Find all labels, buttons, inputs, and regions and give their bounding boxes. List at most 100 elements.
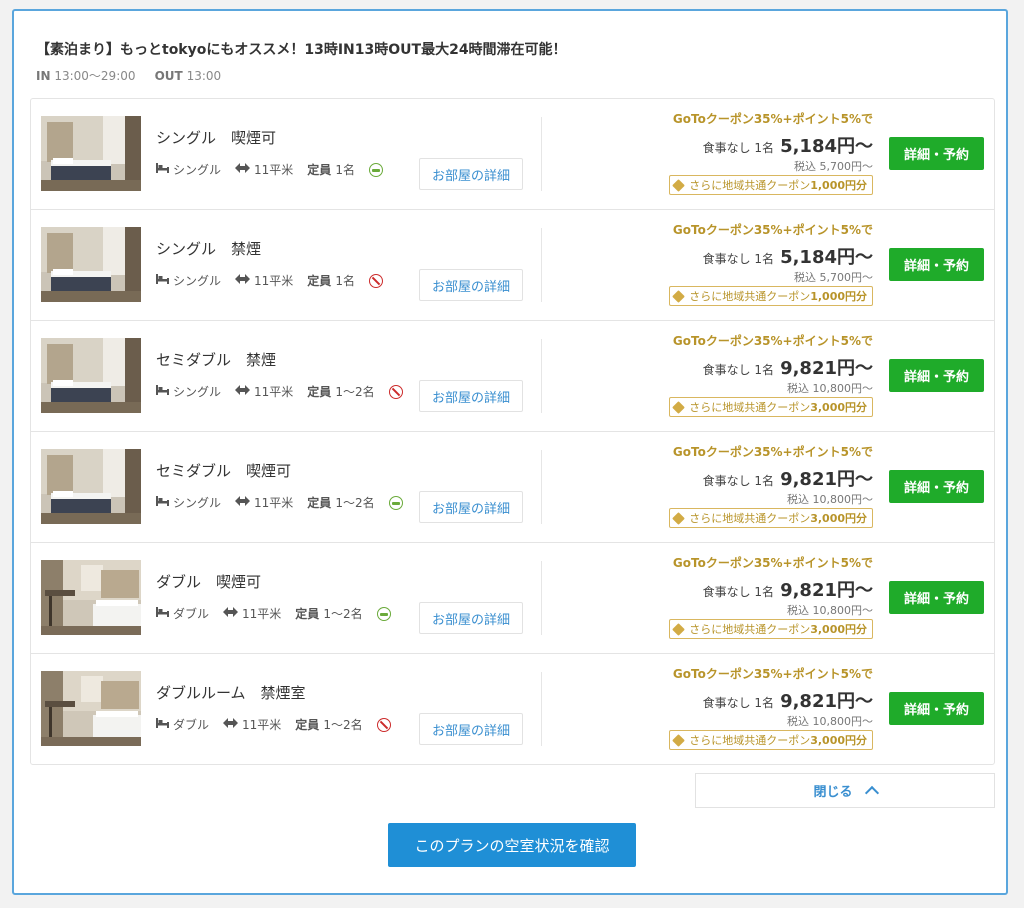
room-photo[interactable]	[41, 116, 141, 191]
room-row: セミダブル 禁煙 シングル 11平米 定員 1〜2名 お部屋の詳細 GoToクー…	[31, 321, 994, 432]
room-name[interactable]: セミダブル 禁煙	[156, 349, 276, 370]
price: 9,821円〜	[780, 580, 873, 601]
bed-icon	[156, 718, 169, 731]
coupon-tag-icon	[672, 178, 686, 192]
check-availability-button[interactable]: このプランの空室状況を確認	[388, 823, 636, 867]
tax-included-price: 税込 10,800円〜	[787, 715, 873, 728]
room-name[interactable]: ダブルルーム 禁煙室	[156, 682, 306, 703]
goto-campaign-text: GoToクーポン35%+ポイント5%で	[672, 112, 873, 126]
room-capacity: 定員 1〜2名	[295, 605, 362, 622]
in-time: 13:00〜29:00	[54, 69, 136, 83]
room-photo[interactable]	[41, 338, 141, 413]
room-size: 11平米	[235, 494, 293, 511]
room-capacity: 定員 1〜2名	[307, 383, 374, 400]
bed-type: シングル	[156, 161, 221, 178]
book-button[interactable]: 詳細・予約	[889, 470, 984, 503]
price-row: 食事なし 1名 5,184円〜	[703, 243, 873, 269]
bed-icon	[156, 385, 169, 398]
bed-type: シングル	[156, 383, 221, 400]
bed-type-text: シングル	[173, 163, 222, 177]
book-button[interactable]: 詳細・予約	[889, 692, 984, 725]
room-detail-link[interactable]: お部屋の詳細	[419, 713, 523, 745]
room-detail-link[interactable]: お部屋の詳細	[419, 491, 523, 523]
room-size-text: 11平米	[254, 163, 294, 177]
smoking-icon	[388, 495, 403, 510]
price: 9,821円〜	[780, 358, 873, 379]
coupon-badge: さらに地域共通クーポン 1,000円分	[669, 286, 873, 306]
coupon-badge: さらに地域共通クーポン 3,000円分	[669, 508, 873, 528]
coupon-amount: 1,000円分	[810, 179, 867, 192]
room-size: 11平米	[223, 716, 281, 733]
room-row: シングル 喫煙可 シングル 11平米 定員 1名 お部屋の詳細 GoToクーポン…	[31, 99, 994, 210]
capacity-value: 1名	[335, 274, 355, 288]
room-detail-link[interactable]: お部屋の詳細	[419, 380, 523, 412]
goto-campaign-text: GoToクーポン35%+ポイント5%で	[672, 556, 873, 570]
plan-title: 【素泊まり】もっとtokyoにもオススメ！13時IN13時OUT最大24時間滞在…	[36, 42, 567, 58]
close-button[interactable]: 閉じる	[695, 773, 995, 808]
room-size-text: 11平米	[254, 496, 294, 510]
divider	[541, 561, 542, 635]
divider	[541, 117, 542, 191]
room-row: シングル 禁煙 シングル 11平米 定員 1名 お部屋の詳細 GoToクーポン3…	[31, 210, 994, 321]
meal-text: 食事なし 1名	[702, 363, 775, 377]
room-size-text: 11平米	[254, 274, 294, 288]
price-row: 食事なし 1名 9,821円〜	[703, 354, 873, 380]
room-detail-link[interactable]: お部屋の詳細	[419, 158, 523, 190]
divider	[541, 339, 542, 413]
room-size: 11平米	[235, 383, 293, 400]
tax-included-price: 税込 10,800円〜	[787, 382, 873, 395]
chevron-up-icon	[864, 785, 879, 801]
bed-type-text: ダブル	[173, 718, 210, 732]
bed-type: シングル	[156, 272, 221, 289]
coupon-tag-icon	[672, 622, 686, 636]
room-specs: ダブル 11平米 定員 1〜2名	[156, 716, 391, 733]
room-name[interactable]: シングル 禁煙	[156, 238, 261, 259]
room-photo[interactable]	[41, 560, 141, 635]
coupon-prefix: さらに地域共通クーポン	[689, 623, 811, 636]
price: 9,821円〜	[780, 469, 873, 490]
goto-campaign-text: GoToクーポン35%+ポイント5%で	[672, 334, 873, 348]
room-list: シングル 喫煙可 シングル 11平米 定員 1名 お部屋の詳細 GoToクーポン…	[30, 98, 995, 765]
room-specs: シングル 11平米 定員 1〜2名	[156, 494, 403, 511]
bed-icon	[156, 496, 169, 509]
room-detail-link[interactable]: お部屋の詳細	[419, 269, 523, 301]
room-photo[interactable]	[41, 671, 141, 746]
price-row: 食事なし 1名 9,821円〜	[703, 465, 873, 491]
tax-included-price: 税込 5,700円〜	[794, 271, 873, 284]
room-name[interactable]: セミダブル 喫煙可	[156, 460, 291, 481]
room-name[interactable]: ダブル 喫煙可	[156, 571, 261, 592]
coupon-tag-icon	[672, 511, 686, 525]
in-label: IN	[36, 69, 51, 83]
capacity-value: 1名	[335, 163, 355, 177]
area-icon	[235, 163, 251, 176]
book-button[interactable]: 詳細・予約	[889, 248, 984, 281]
capacity-label: 定員	[295, 607, 320, 621]
room-photo[interactable]	[41, 227, 141, 302]
tax-included-price: 税込 5,700円〜	[794, 160, 873, 173]
coupon-badge: さらに地域共通クーポン 1,000円分	[669, 175, 873, 195]
area-icon	[223, 718, 239, 731]
room-size-text: 11平米	[242, 718, 282, 732]
coupon-amount: 3,000円分	[810, 734, 867, 747]
bed-type: ダブル	[156, 605, 209, 622]
no-smoking-icon	[368, 273, 383, 288]
coupon-badge: さらに地域共通クーポン 3,000円分	[669, 619, 873, 639]
room-size: 11平米	[235, 272, 293, 289]
room-specs: ダブル 11平米 定員 1〜2名	[156, 605, 391, 622]
room-photo[interactable]	[41, 449, 141, 524]
out-time: 13:00	[186, 69, 222, 83]
book-button[interactable]: 詳細・予約	[889, 581, 984, 614]
room-capacity: 定員 1名	[307, 272, 355, 289]
coupon-prefix: さらに地域共通クーポン	[689, 290, 811, 303]
book-button[interactable]: 詳細・予約	[889, 359, 984, 392]
coupon-tag-icon	[672, 289, 686, 303]
room-row: セミダブル 喫煙可 シングル 11平米 定員 1〜2名 お部屋の詳細 GoToク…	[31, 432, 994, 543]
room-detail-link[interactable]: お部屋の詳細	[419, 602, 523, 634]
room-name[interactable]: シングル 喫煙可	[156, 127, 276, 148]
meal-text: 食事なし 1名	[702, 252, 775, 266]
coupon-amount: 1,000円分	[810, 290, 867, 303]
close-label: 閉じる	[813, 785, 853, 800]
room-size-text: 11平米	[254, 385, 294, 399]
coupon-tag-icon	[672, 733, 686, 747]
book-button[interactable]: 詳細・予約	[889, 137, 984, 170]
